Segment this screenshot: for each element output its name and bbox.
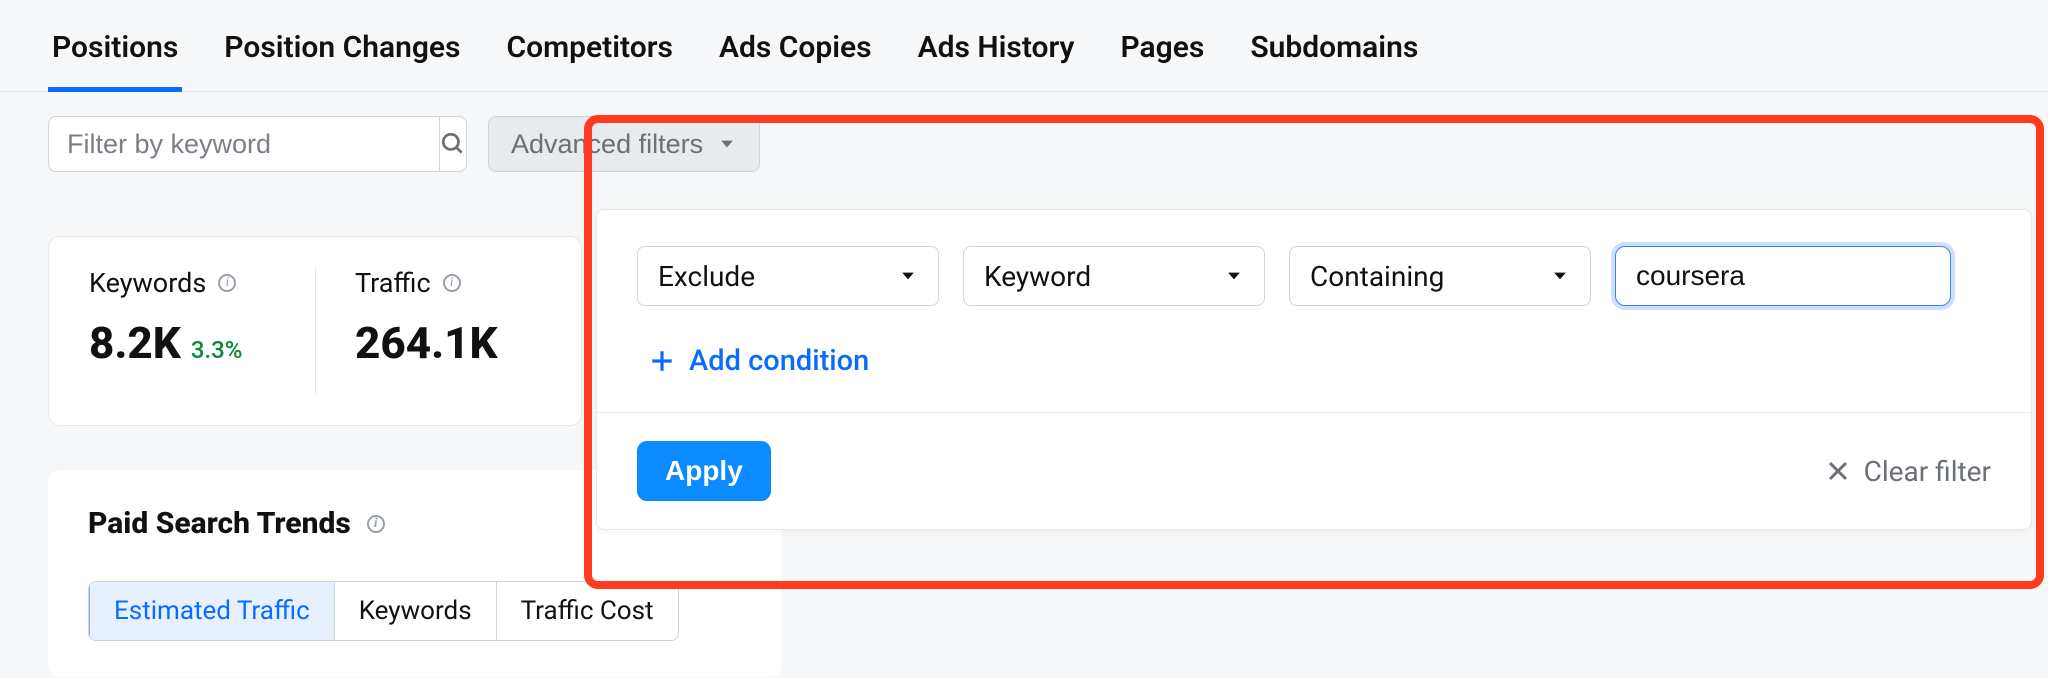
trends-title: Paid Search Trends [88, 506, 351, 541]
stat-traffic-value: 264.1K [355, 317, 498, 369]
advanced-filters-panel: Exclude Keyword Containing Add condition… [596, 209, 2032, 530]
clear-filter-button[interactable]: Clear filter [1826, 455, 1991, 488]
advanced-filters-label: Advanced filters [511, 129, 703, 160]
segment-traffic-cost[interactable]: Traffic Cost [496, 582, 678, 640]
filter-field-select[interactable]: Keyword [963, 246, 1265, 306]
clear-filter-label: Clear filter [1864, 455, 1991, 488]
tab-subdomains[interactable]: Subdomains [1246, 18, 1422, 91]
filter-condition-row: Exclude Keyword Containing [597, 210, 2031, 306]
stat-keywords-label: Keywords [89, 267, 206, 299]
segment-keywords[interactable]: Keywords [334, 582, 496, 640]
filter-row: Advanced filters [0, 92, 2048, 172]
tab-ads-copies[interactable]: Ads Copies [715, 18, 876, 91]
plus-icon [649, 348, 675, 374]
filter-match-select[interactable]: Containing [1289, 246, 1591, 306]
add-condition-label: Add condition [689, 344, 869, 378]
filter-match-value: Containing [1310, 260, 1444, 293]
stat-keywords-value: 8.2K [89, 317, 181, 369]
add-condition-button[interactable]: Add condition [649, 344, 869, 378]
tab-position-changes[interactable]: Position Changes [220, 18, 464, 91]
stat-keywords: Keywords i 8.2K 3.3% [49, 237, 315, 425]
apply-button[interactable]: Apply [637, 441, 771, 501]
chevron-down-icon [1550, 266, 1570, 286]
chevron-down-icon [717, 134, 737, 154]
stat-keywords-delta: 3.3% [191, 336, 243, 364]
keyword-filter-group [48, 116, 458, 172]
trends-segmented-control: Estimated Traffic Keywords Traffic Cost [88, 581, 679, 641]
stat-traffic: Traffic i 264.1K [315, 237, 581, 425]
stat-traffic-label: Traffic [355, 267, 431, 299]
segment-estimated-traffic[interactable]: Estimated Traffic [89, 582, 334, 640]
chevron-down-icon [1224, 266, 1244, 286]
filter-value-input[interactable] [1615, 246, 1951, 306]
tab-pages[interactable]: Pages [1116, 18, 1208, 91]
filter-field-value: Keyword [984, 260, 1091, 293]
tab-competitors[interactable]: Competitors [502, 18, 676, 91]
tab-ads-history[interactable]: Ads History [914, 18, 1079, 91]
filter-mode-value: Exclude [658, 260, 755, 293]
advanced-filters-button[interactable]: Advanced filters [488, 116, 760, 172]
search-button[interactable] [439, 116, 467, 172]
info-icon[interactable]: i [218, 274, 236, 292]
keyword-filter-input[interactable] [48, 116, 439, 172]
filter-mode-select[interactable]: Exclude [637, 246, 939, 306]
info-icon[interactable]: i [367, 515, 385, 533]
stats-card: Keywords i 8.2K 3.3% Traffic i 264.1K [48, 236, 582, 426]
chevron-down-icon [898, 266, 918, 286]
tab-positions[interactable]: Positions [48, 18, 182, 91]
search-icon [440, 131, 466, 157]
close-icon [1826, 459, 1850, 483]
info-icon[interactable]: i [443, 274, 461, 292]
report-tabs: Positions Position Changes Competitors A… [0, 0, 2048, 92]
advanced-filters-footer: Apply Clear filter [597, 412, 2031, 529]
